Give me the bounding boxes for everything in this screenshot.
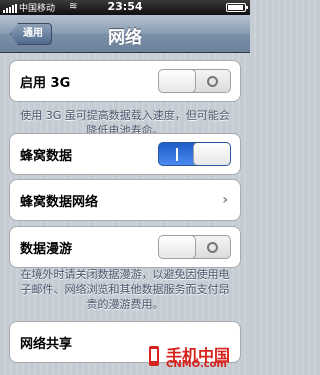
data-roaming-row: 数据漫游 xyxy=(10,227,240,267)
watermark: 手机中国 CNMO.com xyxy=(144,342,244,372)
cellular-network-row[interactable]: 蜂窝数据网络 › xyxy=(10,180,240,220)
navigation-bar: 通用 网络 xyxy=(0,15,250,53)
battery-icon xyxy=(226,3,248,12)
cellular-data-toggle[interactable] xyxy=(158,142,231,166)
off-glyph-icon xyxy=(207,76,218,87)
chevron-right-icon: › xyxy=(222,192,228,208)
cnmo-logo-icon xyxy=(149,346,159,366)
cellular-network-label: 蜂窝数据网络 xyxy=(20,195,99,210)
cellular-data-group: 蜂窝数据 xyxy=(9,133,241,175)
enable-3g-group: 启用 3G xyxy=(9,60,241,102)
enable-3g-toggle[interactable] xyxy=(158,69,231,93)
enable-3g-row: 启用 3G xyxy=(10,61,240,101)
off-glyph-icon xyxy=(207,242,218,253)
data-roaming-label: 数据漫游 xyxy=(20,242,73,257)
watermark-sub-text: CNMO.com xyxy=(166,359,227,370)
toggle-knob xyxy=(193,143,230,165)
cellular-data-label: 蜂窝数据 xyxy=(20,149,73,164)
cellular-data-row: 蜂窝数据 xyxy=(10,134,240,174)
toggle-knob xyxy=(159,70,196,92)
toggle-knob xyxy=(159,236,196,258)
status-time: 23:54 xyxy=(107,0,143,13)
data-roaming-note: 在境外时请关闭数据漫游，以避免因使用电子邮件、网络浏览和其他数据服务而支付昂贵的… xyxy=(20,268,230,311)
data-roaming-toggle[interactable] xyxy=(158,235,231,259)
tethering-label: 网络共享 xyxy=(20,337,73,352)
enable-3g-label: 启用 3G xyxy=(20,76,71,91)
page-title: 网络 xyxy=(108,28,142,48)
on-glyph-icon xyxy=(176,148,178,161)
cellular-network-group: 蜂窝数据网络 › xyxy=(9,179,241,221)
data-roaming-group: 数据漫游 xyxy=(9,226,241,268)
status-bar: 中国移动 ≋ 23:54 xyxy=(0,0,250,15)
